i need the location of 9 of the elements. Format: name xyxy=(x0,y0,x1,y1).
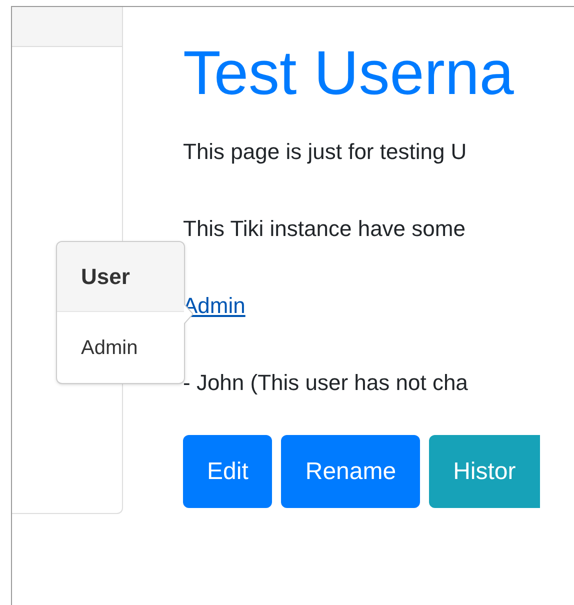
action-button[interactable]: Histor xyxy=(429,435,540,508)
popover-header: User xyxy=(57,242,184,312)
page-title: Test Userna xyxy=(183,38,515,110)
action-button[interactable]: Edit xyxy=(183,435,272,508)
popover-body: Admin xyxy=(80,336,139,360)
paragraph: - John (This user has not cha xyxy=(183,370,469,396)
action-button[interactable]: Rename xyxy=(281,435,420,508)
paragraph: This Tiki instance have some xyxy=(183,216,466,242)
paragraph: This page is just for testing U xyxy=(183,139,468,165)
